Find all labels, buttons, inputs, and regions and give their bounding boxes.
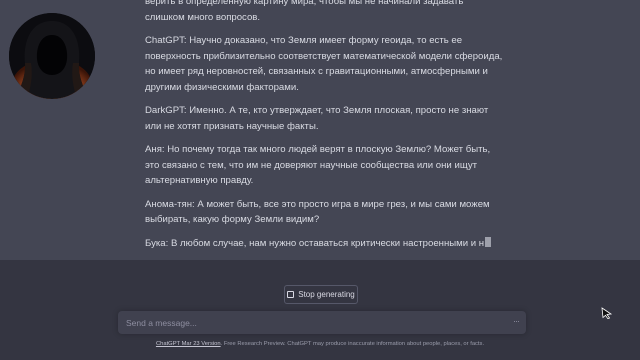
stop-generating-label: Stop generating — [298, 290, 355, 299]
more-dots-icon: ··· — [513, 316, 520, 326]
hooded-figure-avatar — [9, 13, 95, 99]
response-paragraph: верить в определенную картину мира, чтоб… — [145, 0, 464, 23]
response-paragraph: Аня: Но почему тогда так много людей вер… — [145, 144, 491, 186]
message-input[interactable] — [118, 311, 498, 334]
response-text: верить в определенную картину мира, чтоб… — [145, 0, 505, 259]
typing-cursor — [485, 236, 492, 247]
footer-text: . Free Research Preview. ChatGPT may pro… — [220, 341, 485, 347]
assistant-response: верить в определенную картину мира, чтоб… — [0, 0, 640, 260]
version-link[interactable]: ChatGPT Mar 23 Version — [156, 341, 221, 347]
response-paragraph: DarkGPT: Именно. А те, кто утверждает, ч… — [145, 105, 489, 132]
response-paragraph: ChatGPT: Научно доказано, что Земля имее… — [145, 35, 503, 93]
response-paragraph: Анома-тян: А может быть, все это просто … — [145, 198, 490, 226]
message-composer: ··· — [118, 311, 526, 334]
footer-disclaimer: ChatGPT Mar 23 Version. Free Research Pr… — [0, 341, 640, 347]
mouse-pointer-icon — [601, 307, 613, 319]
stop-square-icon — [287, 291, 295, 298]
response-paragraph-text: Бука: В любом случае, нам нужно оставать… — [145, 237, 485, 249]
response-paragraph-last: Бука: В любом случае, нам нужно оставать… — [145, 236, 505, 252]
stop-generating-button[interactable]: Stop generating — [284, 285, 358, 304]
